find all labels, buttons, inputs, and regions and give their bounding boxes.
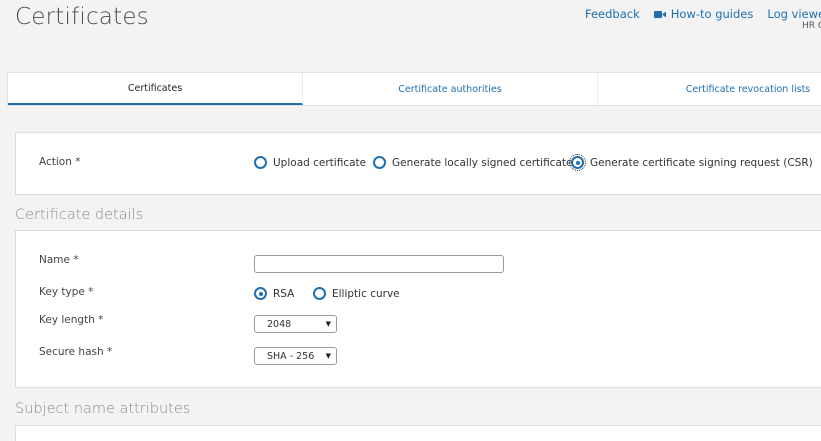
key-type-label: Key type *: [39, 286, 94, 298]
page-title: Certificates: [15, 4, 149, 30]
name-label: Name *: [39, 254, 79, 266]
log-viewer-link[interactable]: Log viewer: [767, 7, 821, 21]
certificate-details-panel: [15, 230, 821, 388]
action-label: Action *: [39, 156, 81, 168]
tab-certificate-authorities[interactable]: Certificate authorities: [303, 73, 598, 105]
video-camera-icon: [653, 10, 666, 18]
user-menu[interactable]: HR C: [802, 21, 821, 31]
radio-button-checked-icon: [254, 287, 267, 300]
radio-label: Elliptic curve: [332, 287, 400, 300]
radio-button-checked-icon: [569, 154, 586, 171]
radio-button-icon: [254, 156, 267, 169]
top-links: Feedback How-to guides Log viewer H: [585, 7, 821, 21]
key-length-label: Key length *: [39, 314, 104, 326]
key-length-value: 2048: [267, 318, 292, 330]
secure-hash-label: Secure hash *: [39, 346, 113, 358]
radio-upload-certificate[interactable]: Upload certificate: [254, 156, 366, 169]
radio-button-icon: [313, 287, 326, 300]
subject-name-attributes-panel: [15, 425, 821, 441]
radio-label: Upload certificate: [273, 156, 367, 169]
secure-hash-select[interactable]: SHA - 256 ▼: [254, 347, 337, 365]
howto-guides-link[interactable]: How-to guides: [653, 7, 754, 21]
radio-generate-locally-signed[interactable]: Generate locally signed certificate: [373, 156, 572, 169]
radio-generate-csr[interactable]: Generate certificate signing request (CS…: [569, 154, 813, 171]
caret-down-icon: ▼: [325, 320, 331, 328]
tab-bar: Certificates Certificate authorities Cer…: [7, 72, 821, 106]
howto-guides-label: How-to guides: [670, 7, 754, 21]
radio-key-type-elliptic-curve[interactable]: Elliptic curve: [313, 287, 400, 300]
certificate-details-heading: Certificate details: [15, 207, 144, 223]
name-input[interactable]: [254, 255, 504, 273]
secure-hash-value: SHA - 256: [267, 350, 315, 362]
tab-certificates[interactable]: Certificates: [8, 73, 303, 105]
radio-key-type-rsa[interactable]: RSA: [254, 287, 294, 300]
caret-down-icon: ▼: [325, 352, 331, 360]
radio-label: Generate certificate signing request (CS…: [590, 156, 813, 169]
radio-label: Generate locally signed certificate: [392, 156, 573, 169]
tab-certificate-revocation-lists[interactable]: Certificate revocation lists: [598, 73, 821, 105]
feedback-link[interactable]: Feedback: [585, 7, 640, 21]
radio-button-icon: [373, 156, 386, 169]
key-length-select[interactable]: 2048 ▼: [254, 315, 337, 333]
subject-name-attributes-heading: Subject name attributes: [15, 401, 191, 417]
radio-label: RSA: [273, 287, 295, 300]
